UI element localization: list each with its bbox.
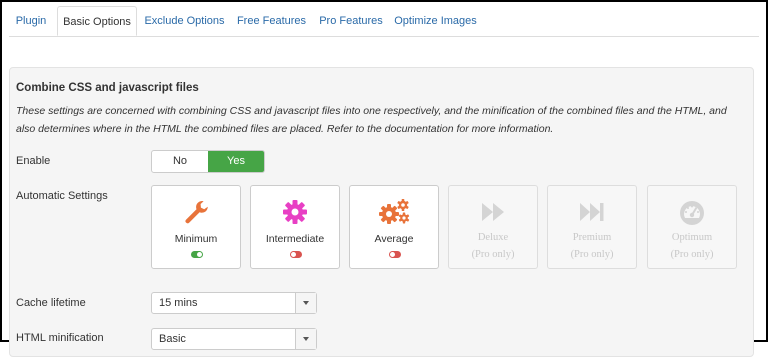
preset-name: Deluxe <box>477 232 509 243</box>
html-minification-value: Basic <box>159 333 186 345</box>
preset-status-switch <box>191 251 203 258</box>
preset-name: Minimum <box>174 233 218 245</box>
caret-down-icon <box>303 301 309 305</box>
pro-only-note: (Pro only) <box>570 249 614 260</box>
gears-icon <box>350 198 438 226</box>
cache-lifetime-label: Cache lifetime <box>16 297 86 309</box>
preset-name: Average <box>374 233 414 245</box>
tab-optimize-images[interactable]: Optimize Images <box>393 6 478 36</box>
section-description: These settings are concerned with combin… <box>16 105 727 135</box>
tab-exclude-options[interactable]: Exclude Options <box>142 6 227 36</box>
pro-only-note: (Pro only) <box>670 249 714 260</box>
tab-pro-features[interactable]: Pro Features <box>316 6 386 36</box>
preset-name: Intermediate <box>265 233 325 245</box>
enable-label: Enable <box>16 155 51 167</box>
tab-plugin[interactable]: Plugin <box>9 6 53 36</box>
skip-forward-icon <box>548 198 636 226</box>
preset-premium-card: Premium (Pro only) <box>547 185 637 269</box>
preset-deluxe-card: Deluxe (Pro only) <box>448 185 538 269</box>
wrench-icon <box>152 198 240 226</box>
preset-average-card[interactable]: Average <box>349 185 439 269</box>
enable-yes-button[interactable]: Yes <box>208 151 264 172</box>
preset-optimum-card: Optimum (Pro only) <box>647 185 737 269</box>
html-minification-select[interactable]: Basic <box>151 328 317 350</box>
dropdown-button[interactable] <box>295 329 316 349</box>
preset-status-switch <box>290 251 302 258</box>
pro-only-note: (Pro only) <box>471 249 515 260</box>
preset-name: Optimum <box>671 232 713 243</box>
cache-lifetime-select[interactable]: 15 mins <box>151 292 317 314</box>
html-minification-label: HTML minification <box>16 332 104 344</box>
gear-icon <box>251 198 339 226</box>
preset-minimum-card[interactable]: Minimum <box>151 185 241 269</box>
tab-bar: Plugin Basic Options Exclude Options Fre… <box>9 6 759 37</box>
cache-lifetime-value: 15 mins <box>159 297 198 309</box>
dropdown-button[interactable] <box>295 293 316 313</box>
preset-status-switch <box>389 251 401 258</box>
automatic-settings-label: Automatic Settings <box>16 190 108 202</box>
enable-no-button[interactable]: No <box>152 151 208 172</box>
dashboard-icon <box>648 198 736 226</box>
fast-forward-icon <box>449 198 537 226</box>
preset-intermediate-card[interactable]: Intermediate <box>250 185 340 269</box>
enable-toggle: No Yes <box>151 150 265 173</box>
preset-name: Premium <box>572 232 612 243</box>
tab-basic-options[interactable]: Basic Options <box>57 6 137 36</box>
section-title: Combine CSS and javascript files <box>16 82 199 94</box>
caret-down-icon <box>303 337 309 341</box>
tab-free-features[interactable]: Free Features <box>234 6 309 36</box>
